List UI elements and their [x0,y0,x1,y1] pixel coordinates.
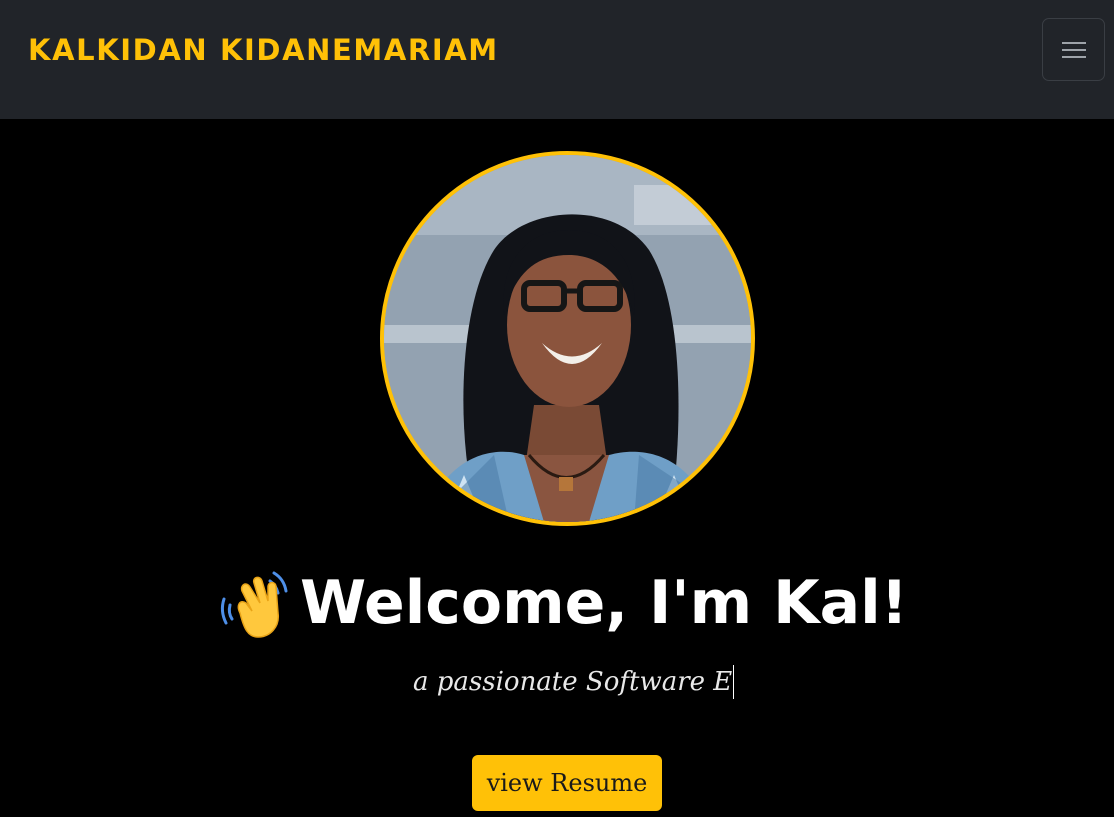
typing-cursor [733,665,735,699]
view-resume-button[interactable]: view Resume [472,755,662,811]
tagline: a passionate Software E [413,665,735,699]
tagline-text: a passionate Software E [413,667,733,697]
page-title: Welcome, I'm Kal! [300,568,908,638]
waving-hand-icon [220,571,288,638]
hamburger-menu-icon [1062,42,1086,58]
profile-photo [384,155,751,522]
profile-avatar [380,151,755,526]
menu-toggle-button[interactable] [1042,18,1105,81]
brand-name[interactable]: KALKIDAN KIDANEMARIAM [28,30,499,70]
hero-section: Welcome, I'm Kal! a passionate Software … [0,119,1114,817]
navbar: KALKIDAN KIDANEMARIAM [0,0,1114,119]
